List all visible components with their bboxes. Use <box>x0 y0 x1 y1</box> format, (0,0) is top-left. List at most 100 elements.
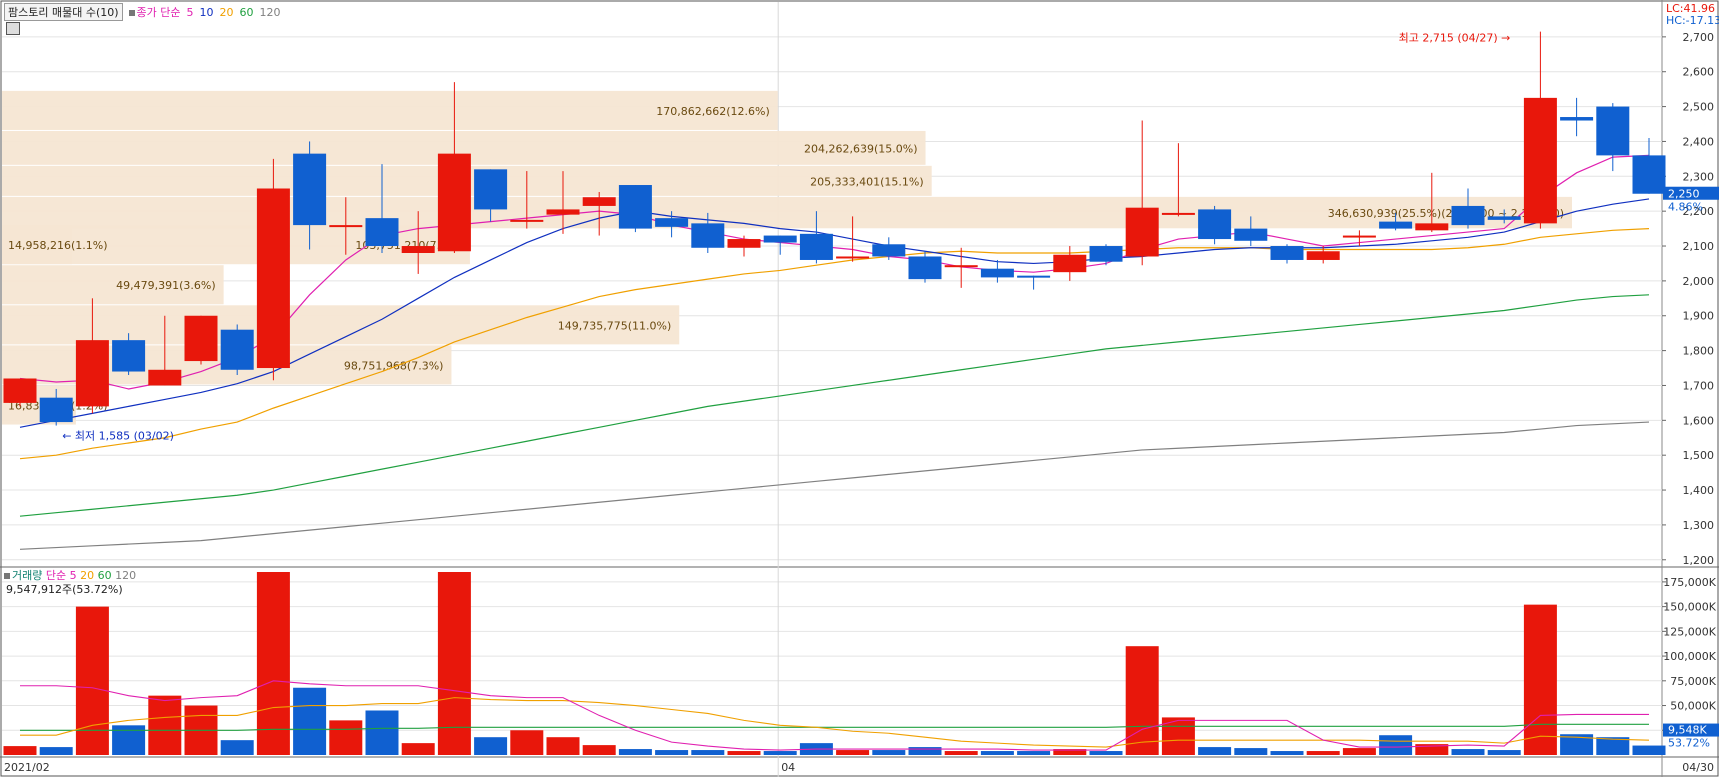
candle-body[interactable] <box>39 397 73 423</box>
candle-body[interactable] <box>1234 228 1268 241</box>
candle-body[interactable] <box>220 329 254 370</box>
volume-bar[interactable] <box>256 572 290 755</box>
volume-profile-label: 98,751,968(7.3%) <box>344 359 444 372</box>
candle-body[interactable] <box>1415 223 1449 231</box>
volume-bar[interactable] <box>1632 745 1666 755</box>
candle-body[interactable] <box>582 197 616 206</box>
volume-bar[interactable] <box>1523 604 1557 755</box>
volume-bar[interactable] <box>75 606 109 755</box>
candle-body[interactable] <box>691 223 725 248</box>
candle-body[interactable] <box>510 219 544 222</box>
volume-bar[interactable] <box>39 747 73 755</box>
candle-body[interactable] <box>1379 221 1413 229</box>
volume-bar[interactable] <box>1234 748 1268 755</box>
candle-body[interactable] <box>112 340 146 372</box>
volume-bar[interactable] <box>1017 751 1051 755</box>
volume-bar[interactable] <box>1451 749 1485 755</box>
volume-ma120: 120 <box>115 569 137 582</box>
candle-body[interactable] <box>184 315 218 362</box>
candle-body[interactable] <box>3 378 37 403</box>
legend-square-icon <box>128 10 135 16</box>
candle-body[interactable] <box>1523 97 1557 224</box>
volume-bar[interactable] <box>401 743 435 755</box>
volume-bar[interactable] <box>546 737 580 755</box>
volume-bar[interactable] <box>1125 646 1159 755</box>
candle-body[interactable] <box>727 239 761 248</box>
volume-bar[interactable] <box>763 751 797 755</box>
volume-bar[interactable] <box>582 745 616 755</box>
volume-bar[interactable] <box>980 751 1014 755</box>
candle-body[interactable] <box>872 244 906 257</box>
price-title[interactable]: 팜스토리 매물대 수(10) <box>4 3 123 21</box>
candle-body[interactable] <box>546 209 580 215</box>
volume-bar[interactable] <box>365 710 399 755</box>
volume-tick-label: 125,000K <box>1663 625 1716 638</box>
candle-body[interactable] <box>1632 155 1666 194</box>
candle-body[interactable] <box>1306 251 1340 260</box>
volume-bar[interactable] <box>944 751 978 755</box>
candle-body[interactable] <box>655 218 689 227</box>
volume-bar[interactable] <box>474 737 508 755</box>
candle-body[interactable] <box>1451 205 1485 226</box>
candle-body[interactable] <box>256 188 290 369</box>
candle-body[interactable] <box>1125 207 1159 257</box>
candle-body[interactable] <box>437 153 471 252</box>
candle-body[interactable] <box>1198 209 1232 240</box>
volume-bar[interactable] <box>1379 735 1413 755</box>
price-tick-label: 2,500 <box>1683 101 1715 114</box>
candle-body[interactable] <box>1342 235 1376 238</box>
volume-ma-label: 단순 <box>45 569 67 582</box>
chart-tool-icon[interactable] <box>6 22 20 35</box>
chart-svg[interactable]: 1,200 1,300 1,400 1,500 1,600 1,700 1,800 1,900… <box>0 0 1719 777</box>
candle-body[interactable] <box>980 268 1014 278</box>
x-label-start: 2021/02 <box>4 761 50 774</box>
volume-bar[interactable] <box>293 687 327 755</box>
candle-body[interactable] <box>618 185 652 229</box>
candle-body[interactable] <box>799 233 833 260</box>
volume-profile-label: 205,333,401(15.1%) <box>810 175 924 188</box>
volume-bar[interactable] <box>836 750 870 755</box>
candle-body[interactable] <box>1596 106 1630 156</box>
volume-bar[interactable] <box>1342 748 1376 755</box>
volume-title[interactable]: 거래량 <box>12 569 42 582</box>
volume-bar[interactable] <box>691 750 725 755</box>
volume-profile-label: 170,862,662(12.6%) <box>656 105 770 118</box>
candle-body[interactable] <box>293 153 327 226</box>
candle-body[interactable] <box>1270 246 1304 260</box>
candle-body[interactable] <box>75 340 109 407</box>
candle-body[interactable] <box>836 256 870 259</box>
candle-body[interactable] <box>1487 216 1521 220</box>
candle-body[interactable] <box>401 246 435 253</box>
volume-bar[interactable] <box>1198 747 1232 755</box>
volume-bar[interactable] <box>618 749 652 755</box>
candle-body[interactable] <box>1017 275 1051 278</box>
candle-body[interactable] <box>763 235 797 243</box>
volume-bar[interactable] <box>148 695 182 755</box>
candle-body[interactable] <box>1161 212 1195 215</box>
candle-body[interactable] <box>474 169 508 210</box>
candle-body[interactable] <box>329 225 363 228</box>
chart-stage[interactable]: 1,200 1,300 1,400 1,500 1,600 1,700 1,800 1,900… <box>0 0 1719 777</box>
low-annotation: ← 최저 1,585 (03/02) <box>62 430 174 443</box>
volume-bar[interactable] <box>510 730 544 755</box>
volume-bar[interactable] <box>220 740 254 755</box>
volume-bar[interactable] <box>655 750 689 755</box>
volume-bar[interactable] <box>329 720 363 755</box>
volume-bar[interactable] <box>1270 751 1304 755</box>
candle-body[interactable] <box>365 218 399 247</box>
candle-body[interactable] <box>1560 117 1594 121</box>
candle-body[interactable] <box>148 369 182 386</box>
volume-bar[interactable] <box>908 747 942 755</box>
volume-bar[interactable] <box>1487 750 1521 755</box>
volume-bar[interactable] <box>1089 751 1123 755</box>
candle-body[interactable] <box>1053 254 1087 273</box>
price-ma60: 60 <box>239 5 254 19</box>
candle-body[interactable] <box>1089 246 1123 262</box>
price-tick-label: 1,200 <box>1683 554 1715 567</box>
volume-bar[interactable] <box>1306 751 1340 755</box>
volume-bar[interactable] <box>872 750 906 755</box>
volume-bar[interactable] <box>3 746 37 755</box>
volume-bar[interactable] <box>727 751 761 755</box>
candle-body[interactable] <box>944 265 978 268</box>
candle-body[interactable] <box>908 256 942 280</box>
